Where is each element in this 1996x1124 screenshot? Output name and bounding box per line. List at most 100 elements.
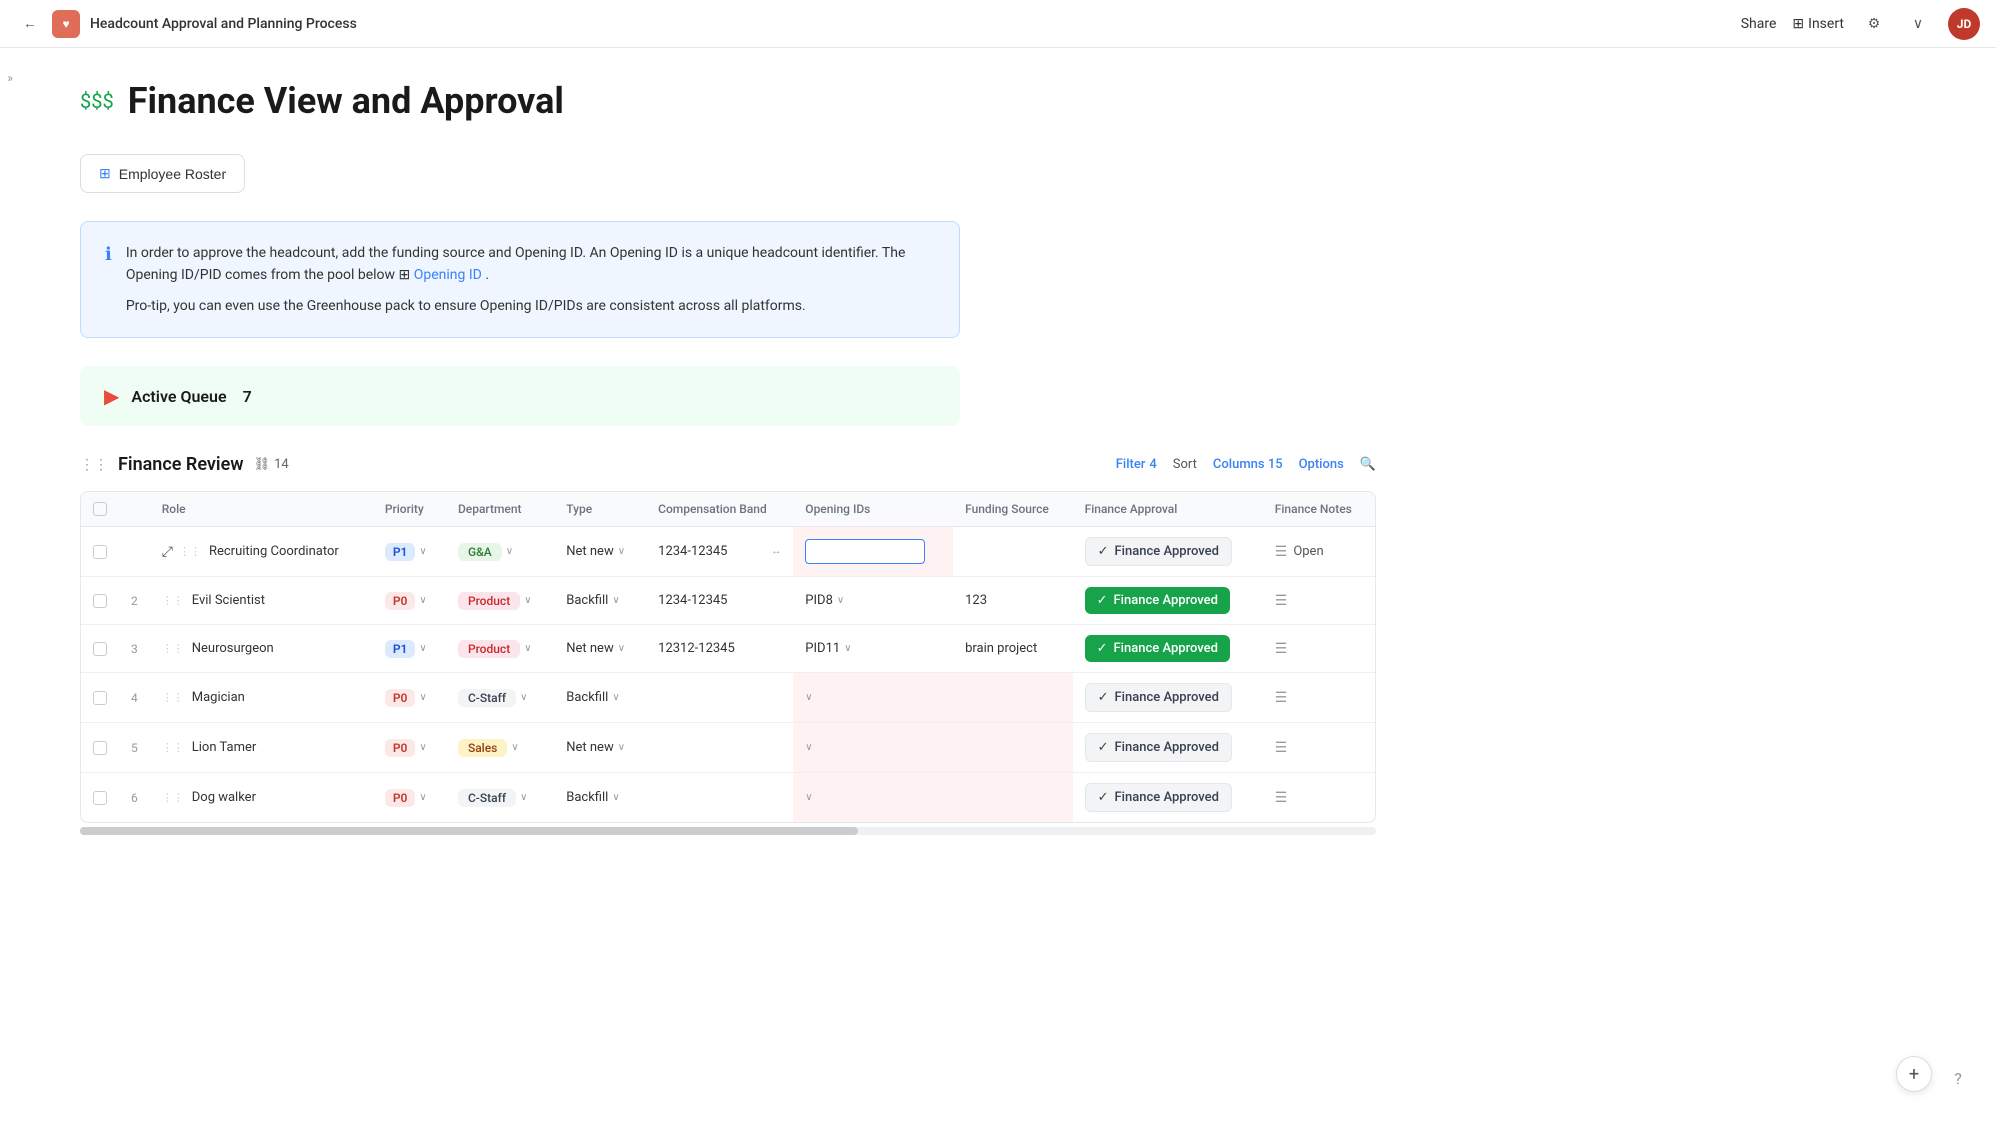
row-drag-handle[interactable]: ⋮⋮	[162, 741, 184, 754]
opening-id-cell[interactable]: ∨	[793, 773, 953, 823]
help-button[interactable]: ?	[1944, 1064, 1972, 1092]
opening-id-cell[interactable]: PID11∨	[793, 625, 953, 673]
finance-approved-button[interactable]: ✓Finance Approved	[1085, 733, 1232, 762]
opening-id-chevron[interactable]: ∨	[805, 792, 812, 803]
type-cell: Net new ∨	[554, 527, 646, 577]
row-checkbox[interactable]	[93, 642, 107, 656]
finance-approved-button[interactable]: ✓Finance Approved	[1085, 783, 1232, 812]
priority-chevron[interactable]: ∨	[419, 692, 426, 703]
priority-cell: P0 ∨	[373, 577, 446, 625]
funding-source-cell[interactable]	[953, 527, 1073, 577]
table-header-row: Role Priority Department Type Compensati…	[81, 492, 1375, 527]
dept-chevron[interactable]: ∨	[524, 643, 531, 654]
dept-chevron[interactable]: ∨	[520, 792, 527, 803]
opening-id-cell[interactable]: PID8∨	[793, 577, 953, 625]
header-checkbox[interactable]	[93, 502, 107, 516]
priority-chevron[interactable]: ∨	[419, 546, 426, 557]
section-drag-handle[interactable]: ⋮⋮	[80, 457, 108, 473]
share-button[interactable]: Share	[1741, 16, 1777, 32]
priority-chevron[interactable]: ∨	[419, 643, 426, 654]
type-chevron[interactable]: ∨	[612, 792, 619, 803]
search-button[interactable]: 🔍	[1360, 457, 1376, 472]
filter-button[interactable]: Filter 4	[1116, 457, 1157, 472]
finance-approved-icon: ✓	[1098, 690, 1109, 705]
table-row: 2 ⋮⋮ Evil Scientist P0 ∨ Product ∨	[81, 577, 1375, 625]
priority-chevron[interactable]: ∨	[419, 595, 426, 606]
dept-chevron[interactable]: ∨	[524, 595, 531, 606]
row-drag-handle[interactable]: ⋮⋮	[162, 691, 184, 704]
opening-id-chevron[interactable]: ∨	[837, 595, 844, 606]
row-drag-handle[interactable]: ⋮⋮	[162, 594, 184, 607]
sidebar-toggle-icon: »	[7, 71, 13, 85]
table-scrollbar[interactable]	[80, 827, 1376, 835]
type-chevron[interactable]: ∨	[618, 643, 625, 654]
add-row-button[interactable]: +	[1896, 1056, 1932, 1092]
back-button[interactable]: ←	[16, 10, 44, 38]
compensation-band-cell	[646, 773, 793, 823]
sidebar-toggle[interactable]: »	[0, 48, 20, 108]
funding-source-cell[interactable]	[953, 723, 1073, 773]
type-chevron[interactable]: ∨	[618, 546, 625, 557]
department-cell: Product ∨	[446, 625, 554, 673]
compensation-band-cell[interactable]: 1234-12345↔	[646, 527, 793, 577]
opening-id-chevron[interactable]: ∨	[805, 692, 812, 703]
type-value: Backfill	[566, 690, 608, 705]
priority-chevron[interactable]: ∨	[419, 792, 426, 803]
employee-roster-button[interactable]: ⊞ Employee Roster	[80, 154, 245, 193]
active-queue[interactable]: ▶ Active Queue 7	[80, 366, 960, 426]
opening-id-cell[interactable]: ∨	[793, 723, 953, 773]
row-drag-handle[interactable]: ⋮⋮	[179, 545, 201, 558]
row-checkbox[interactable]	[93, 691, 107, 705]
notes-text: Open	[1293, 544, 1323, 559]
options-button[interactable]: Options	[1299, 457, 1344, 472]
type-chevron[interactable]: ∨	[612, 692, 619, 703]
opening-id-chevron[interactable]: ∨	[805, 742, 812, 753]
opening-id-input[interactable]	[805, 539, 925, 564]
finance-approved-button[interactable]: ✓Finance Approved	[1085, 587, 1230, 614]
funding-source-cell[interactable]	[953, 673, 1073, 723]
finance-approved-button[interactable]: ✓Finance Approved	[1085, 683, 1232, 712]
dept-chevron[interactable]: ∨	[506, 546, 513, 557]
opening-id-link[interactable]: Opening ID	[414, 267, 482, 283]
priority-chevron[interactable]: ∨	[419, 742, 426, 753]
department-cell: Sales ∨	[446, 723, 554, 773]
settings-button[interactable]: ⚙	[1860, 10, 1888, 38]
finance-approved-button[interactable]: ✓Finance Approved	[1085, 537, 1232, 566]
chevron-down-icon: ∨	[1913, 16, 1923, 32]
queue-icon: ▶	[104, 384, 119, 408]
role-cell: ⋮⋮ Lion Tamer	[150, 723, 373, 773]
opening-id-empty: ∨	[805, 792, 941, 803]
row-checkbox[interactable]	[93, 741, 107, 755]
insert-button[interactable]: ⊞ Insert	[1792, 16, 1844, 32]
row-checkbox[interactable]	[93, 545, 107, 559]
finance-approved-label: Finance Approved	[1115, 544, 1219, 559]
info-icon: ℹ	[105, 244, 112, 317]
scrollbar-thumb[interactable]	[80, 827, 858, 835]
user-avatar[interactable]: JD	[1948, 8, 1980, 40]
opening-id-cell[interactable]	[793, 527, 953, 577]
priority-badge: P1	[385, 640, 416, 658]
funding-source-cell[interactable]: brain project	[953, 625, 1073, 673]
expand-icon[interactable]: ⤢	[162, 544, 173, 560]
type-chevron[interactable]: ∨	[618, 742, 625, 753]
finance-review-link[interactable]: ⛓ 14	[254, 457, 289, 472]
sort-button[interactable]: Sort	[1173, 457, 1197, 472]
columns-button[interactable]: Columns 15	[1213, 457, 1283, 472]
finance-approved-button[interactable]: ✓Finance Approved	[1085, 635, 1230, 662]
type-chevron[interactable]: ∨	[612, 595, 619, 606]
opening-id-chevron[interactable]: ∨	[844, 643, 851, 654]
nav-chevron-button[interactable]: ∨	[1904, 10, 1932, 38]
row-drag-handle[interactable]: ⋮⋮	[162, 642, 184, 655]
funding-source-cell[interactable]	[953, 773, 1073, 823]
finance-notes-cell-outer: ☰	[1263, 723, 1375, 773]
opening-id-cell[interactable]: ∨	[793, 673, 953, 723]
dept-chevron[interactable]: ∨	[520, 692, 527, 703]
opening-id-empty: ∨	[805, 692, 941, 703]
type-value: Net new	[566, 740, 614, 755]
row-checkbox[interactable]	[93, 791, 107, 805]
row-drag-handle[interactable]: ⋮⋮	[162, 791, 184, 804]
row-checkbox[interactable]	[93, 594, 107, 608]
department-badge: Product	[458, 640, 520, 658]
dept-chevron[interactable]: ∨	[511, 742, 518, 753]
funding-source-cell[interactable]: 123	[953, 577, 1073, 625]
